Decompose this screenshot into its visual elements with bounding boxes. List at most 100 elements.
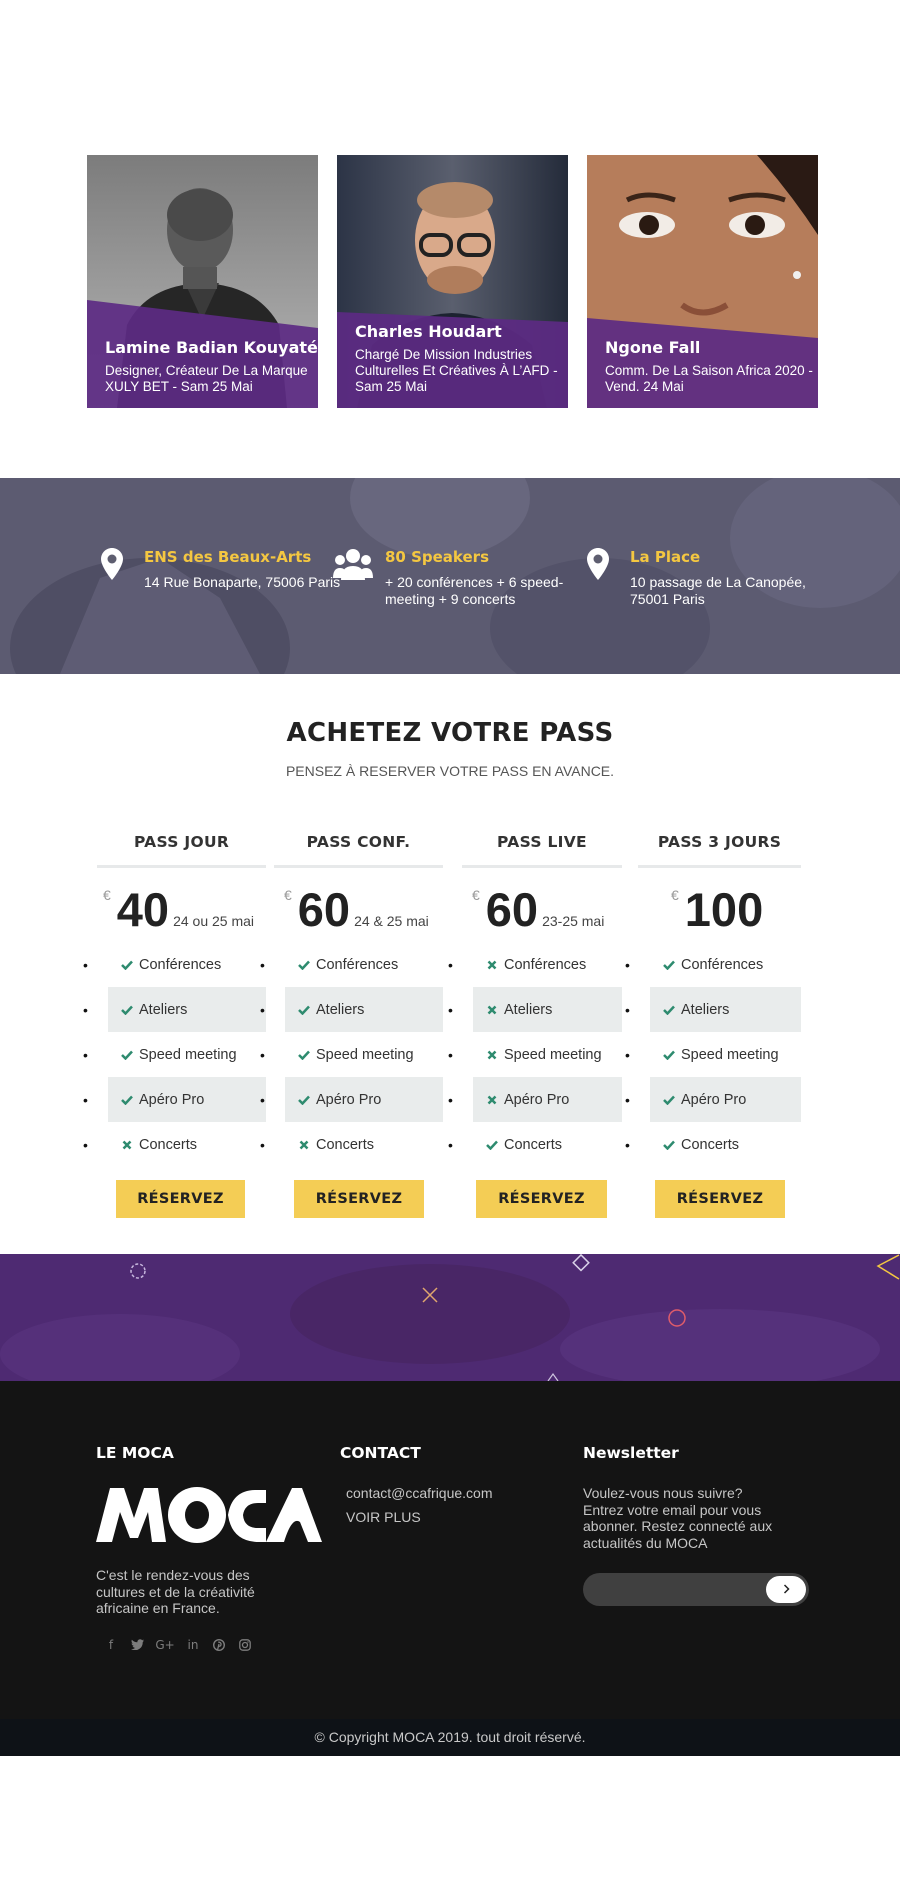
footer-contact: CONTACT contact@ccafrique.com VOIR PLUS bbox=[340, 1444, 540, 1525]
feature-label: Conférences bbox=[139, 956, 222, 973]
check-icon bbox=[485, 1140, 499, 1150]
feature-label: Ateliers bbox=[504, 1001, 553, 1018]
feature-item: Apéro Pro bbox=[260, 1077, 443, 1122]
decorative-purple-band bbox=[0, 1254, 900, 1381]
info-title: La Place bbox=[630, 548, 701, 566]
cross-icon bbox=[485, 960, 499, 970]
facebook-icon[interactable]: f bbox=[104, 1638, 118, 1652]
feature-item: Concerts bbox=[448, 1122, 622, 1167]
price-amount: 60 bbox=[297, 883, 351, 936]
speaker-role: Chargé De Mission Industries Culturelles… bbox=[355, 347, 558, 394]
speaker-role: Designer, Créateur De La Marque XULY BET… bbox=[105, 363, 308, 394]
feature-item: Ateliers bbox=[260, 987, 443, 1032]
check-icon bbox=[662, 1095, 676, 1105]
copyright-text: © Copyright MOCA 2019. tout droit réserv… bbox=[314, 1729, 586, 1745]
plan-features: Conférences Ateliers Speed meeting Apéro… bbox=[625, 942, 801, 1167]
feature-label: Apéro Pro bbox=[139, 1091, 205, 1108]
speaker-name: Charles Houdart bbox=[355, 322, 502, 341]
feature-item: Conférences bbox=[83, 942, 266, 987]
feature-label: Conférences bbox=[681, 956, 764, 973]
feature-label: Speed meeting bbox=[504, 1046, 602, 1063]
speaker-name: Lamine Badian Kouyaté bbox=[105, 338, 318, 357]
speaker-info: Lamine Badian Kouyaté Designer, Créateur… bbox=[105, 338, 318, 395]
cross-icon bbox=[297, 1140, 311, 1150]
feature-item: Speed meeting bbox=[448, 1032, 622, 1077]
speaker-card[interactable]: Ngone Fall Comm. De La Saison Africa 202… bbox=[587, 155, 818, 408]
cross-icon bbox=[120, 1140, 134, 1150]
info-title: 80 Speakers bbox=[385, 548, 490, 566]
feature-label: Conférences bbox=[316, 956, 399, 973]
reserve-button[interactable]: RÉSERVEZ bbox=[476, 1180, 607, 1218]
pinterest-icon[interactable] bbox=[212, 1638, 226, 1652]
price-dates: 23-25 mai bbox=[542, 913, 605, 929]
feature-label: Concerts bbox=[316, 1136, 375, 1153]
instagram-icon[interactable] bbox=[238, 1638, 252, 1652]
feature-label: Concerts bbox=[139, 1136, 198, 1153]
plan-name: PASS 3 JOURS bbox=[638, 828, 801, 868]
info-title: ENS des Beaux-Arts bbox=[144, 548, 312, 566]
currency-symbol: € bbox=[284, 887, 292, 903]
feature-item: Speed meeting bbox=[83, 1032, 266, 1077]
feature-item: Ateliers bbox=[83, 987, 266, 1032]
price-dates: 24 ou 25 mai bbox=[173, 913, 255, 929]
reserve-button[interactable]: RÉSERVEZ bbox=[116, 1180, 245, 1218]
footer-heading: LE MOCA bbox=[96, 1444, 174, 1462]
currency-symbol: € bbox=[671, 887, 679, 903]
plan-name: PASS CONF. bbox=[274, 828, 443, 868]
reserve-button[interactable]: RÉSERVEZ bbox=[655, 1180, 785, 1218]
feature-item: Apéro Pro bbox=[83, 1077, 266, 1122]
twitter-icon[interactable] bbox=[130, 1638, 144, 1652]
check-icon bbox=[297, 1005, 311, 1015]
feature-item: Apéro Pro bbox=[625, 1077, 801, 1122]
google-plus-icon[interactable]: G+ bbox=[155, 1638, 174, 1652]
footer-heading: CONTACT bbox=[340, 1444, 421, 1462]
footer-about-description: C'est le rendez-vous des cultures et de … bbox=[96, 1567, 255, 1616]
plan-features: Conférences Ateliers Speed meeting Apéro… bbox=[83, 942, 266, 1167]
pricing-title: ACHETEZ VOTRE PASS bbox=[286, 718, 614, 748]
check-icon bbox=[120, 1050, 134, 1060]
social-links: f G+ in bbox=[96, 1638, 326, 1652]
feature-item: Ateliers bbox=[448, 987, 622, 1032]
voir-plus-link[interactable]: VOIR PLUS bbox=[340, 1509, 540, 1525]
price-amount: 100 bbox=[684, 883, 764, 936]
feature-label: Speed meeting bbox=[681, 1046, 779, 1063]
feature-item: Conférences bbox=[260, 942, 443, 987]
map-pin-icon bbox=[92, 548, 132, 588]
feature-label: Ateliers bbox=[139, 1001, 188, 1018]
speaker-role: Comm. De La Saison Africa 2020 - Vend. 2… bbox=[605, 363, 813, 394]
plan-pass-live: PASS LIVE € 60 23-25 mai bbox=[462, 828, 622, 942]
price-row: € 60 23-25 mai bbox=[462, 868, 622, 942]
speaker-card[interactable]: Charles Houdart Chargé De Mission Indust… bbox=[337, 155, 568, 408]
feature-label: Speed meeting bbox=[139, 1046, 237, 1063]
price-row: € 100 bbox=[638, 868, 801, 942]
copyright-bar: © Copyright MOCA 2019. tout droit réserv… bbox=[0, 1719, 900, 1756]
price-row: € 40 24 ou 25 mai bbox=[97, 868, 266, 942]
footer: LE MOCA C'est le rendez-vous des culture… bbox=[0, 1381, 900, 1719]
feature-label: Apéro Pro bbox=[316, 1091, 382, 1108]
newsletter-submit-button[interactable] bbox=[766, 1576, 806, 1603]
plan-features: Conférences Ateliers Speed meeting Apéro… bbox=[260, 942, 443, 1167]
footer-newsletter: Newsletter Voulez-vous nous suivre? Entr… bbox=[583, 1444, 809, 1551]
info-venue-1: ENS des Beaux-Arts 14 Rue Bonaparte, 750… bbox=[92, 548, 344, 591]
reserve-button[interactable]: RÉSERVEZ bbox=[294, 1180, 424, 1218]
check-icon bbox=[120, 1005, 134, 1015]
plan-pass-jour: PASS JOUR € 40 24 ou 25 mai bbox=[97, 828, 266, 942]
contact-email-link[interactable]: contact@ccafrique.com bbox=[340, 1485, 540, 1501]
price-amount: 40 bbox=[116, 883, 170, 936]
linkedin-icon[interactable]: in bbox=[186, 1638, 200, 1652]
speakers-section: Lamine Badian Kouyaté Designer, Créateur… bbox=[87, 155, 818, 408]
chevron-right-icon bbox=[783, 1582, 790, 1597]
speaker-card[interactable]: Lamine Badian Kouyaté Designer, Créateur… bbox=[87, 155, 318, 408]
check-icon bbox=[662, 1050, 676, 1060]
speaker-info: Charles Houdart Chargé De Mission Indust… bbox=[355, 322, 564, 395]
feature-item: Speed meeting bbox=[260, 1032, 443, 1077]
feature-label: Speed meeting bbox=[316, 1046, 414, 1063]
check-icon bbox=[297, 1095, 311, 1105]
feature-item: Speed meeting bbox=[625, 1032, 801, 1077]
feature-item: Concerts bbox=[83, 1122, 266, 1167]
moca-logo[interactable] bbox=[96, 1482, 322, 1548]
map-pin-icon bbox=[578, 548, 618, 588]
feature-item: Concerts bbox=[625, 1122, 801, 1167]
cross-icon bbox=[485, 1050, 499, 1060]
feature-item: Conférences bbox=[625, 942, 801, 987]
